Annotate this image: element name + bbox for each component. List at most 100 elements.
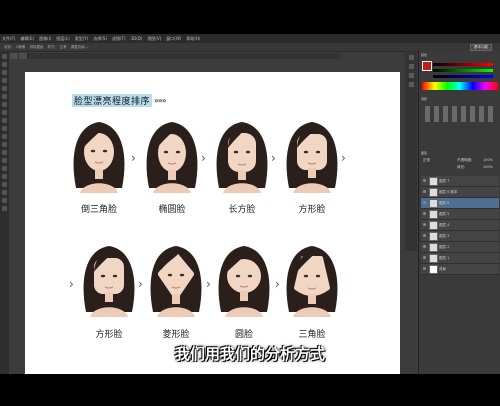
- blur-tool-icon[interactable]: [2, 150, 7, 155]
- menu-file[interactable]: 文件(F): [2, 36, 15, 42]
- stamp-tool-icon[interactable]: [2, 118, 7, 123]
- healing-tool-icon[interactable]: [2, 102, 7, 107]
- red-slider[interactable]: [433, 63, 493, 66]
- menu-view[interactable]: 视图(V): [147, 36, 161, 42]
- face-illustration-diamond: [147, 242, 205, 317]
- menu-window[interactable]: 窗口(W): [166, 36, 181, 42]
- eye-icon[interactable]: [423, 201, 426, 204]
- layer-row[interactable]: 图层 3: [421, 231, 499, 242]
- color-spectrum[interactable]: [422, 82, 498, 90]
- layer-thumbnail: [429, 254, 438, 263]
- layer-row-background[interactable]: 背景: [421, 264, 499, 275]
- menu-select[interactable]: 选择(S): [93, 36, 107, 42]
- layer-row[interactable]: 图层 7: [421, 176, 499, 187]
- face-illustration-square: [283, 118, 341, 193]
- hand-tool-icon[interactable]: [2, 198, 7, 203]
- layer-row[interactable]: 图层 4: [421, 220, 499, 231]
- eye-icon[interactable]: [423, 234, 426, 237]
- paragraph-icon[interactable]: [408, 82, 414, 87]
- layer-thumbnail: [429, 188, 438, 197]
- opacity-field[interactable]: 100%: [483, 158, 493, 162]
- eye-icon[interactable]: [423, 179, 426, 182]
- marquee-tool-icon[interactable]: [2, 62, 7, 67]
- menu-bar: 文件(F) 编辑(E) 图像(I) 图层(L) 类型(Y) 选择(S) 滤镜(T…: [0, 34, 500, 43]
- layer-thumbnail: [429, 177, 438, 186]
- path-select-tool-icon[interactable]: [2, 182, 7, 187]
- workspace-switcher[interactable]: 基本功能: [470, 44, 492, 51]
- properties-icon[interactable]: [408, 64, 414, 69]
- chevron-right-icon: ›: [341, 151, 346, 165]
- brush-tool-icon[interactable]: [2, 110, 7, 115]
- tab-color[interactable]: 颜色: [421, 53, 427, 58]
- face-illustration-inverted-triangle: [70, 118, 128, 193]
- chevron-right-icon: ›: [271, 151, 276, 165]
- layer-name: 图层 3: [439, 234, 450, 238]
- eye-icon[interactable]: [423, 267, 426, 270]
- layer-thumbnail: [429, 210, 438, 219]
- eraser-tool-icon[interactable]: [2, 134, 7, 139]
- pen-tool-icon[interactable]: [2, 166, 7, 171]
- document-tab[interactable]: [10, 53, 19, 59]
- document-title: 脸型漂亮程度排序: [72, 94, 153, 107]
- menu-3d[interactable]: 3D(D): [131, 36, 143, 41]
- antialias-checkbox[interactable]: 消除锯齿: [29, 45, 43, 50]
- feather-label: 羽化:: [4, 44, 13, 49]
- menu-edit[interactable]: 编辑(E): [20, 36, 34, 42]
- move-tool-icon[interactable]: [2, 54, 7, 59]
- gradient-tool-icon[interactable]: [2, 142, 7, 147]
- quick-select-tool-icon[interactable]: [2, 78, 7, 83]
- tab-layers[interactable]: 图层: [421, 151, 427, 156]
- history-icon[interactable]: [408, 55, 414, 60]
- video-subtitle: 我们用我们的分析方式: [174, 345, 325, 363]
- green-slider[interactable]: [433, 69, 493, 72]
- blue-slider[interactable]: [433, 75, 493, 78]
- fill-field[interactable]: 100%: [483, 165, 493, 169]
- feather-field[interactable]: 0像素: [16, 45, 25, 50]
- title-arrows: »»»: [154, 96, 167, 105]
- layer-row[interactable]: 图层 1: [421, 253, 499, 264]
- menu-filter[interactable]: 滤镜(T): [112, 36, 126, 42]
- document-tab[interactable]: [19, 53, 28, 59]
- face-label: 圆脸: [234, 330, 253, 340]
- eyedropper-tool-icon[interactable]: [2, 94, 7, 99]
- history-brush-icon[interactable]: [2, 126, 7, 131]
- layer-row[interactable]: 图层 5: [421, 209, 499, 220]
- title-line: 脸型漂亮程度排序 »»»: [72, 94, 167, 107]
- menu-image[interactable]: 图像(I): [39, 36, 51, 42]
- eye-icon[interactable]: [423, 256, 426, 259]
- blend-mode-select[interactable]: 正常: [423, 158, 430, 163]
- foreground-color-swatch[interactable]: [422, 61, 432, 71]
- lasso-tool-icon[interactable]: [2, 70, 7, 75]
- menu-type[interactable]: 类型(Y): [75, 36, 89, 42]
- menu-help[interactable]: 帮助(H): [186, 36, 200, 42]
- tab-adjustments[interactable]: 调整: [421, 97, 427, 102]
- layer-name: 图层 6: [439, 201, 450, 205]
- layer-row-selected[interactable]: 图层 6: [421, 198, 499, 209]
- face-illustration-oval: [143, 118, 201, 193]
- layer-row[interactable]: 图层 6 副本: [421, 187, 499, 198]
- face-illustration-rectangle: [213, 118, 271, 193]
- zoom-tool-icon[interactable]: [2, 206, 7, 211]
- menu-layer[interactable]: 图层(L): [56, 36, 69, 42]
- refine-edge-button[interactable]: 调整边缘...: [71, 45, 88, 50]
- adjustment-icons[interactable]: [425, 106, 495, 122]
- eye-icon[interactable]: [423, 223, 426, 226]
- layer-name: 图层 4: [439, 223, 450, 227]
- panel-icon-strip: [405, 51, 417, 251]
- eye-icon[interactable]: [423, 245, 426, 248]
- face-label: 倒三角脸: [80, 205, 117, 215]
- layer-name: 图层 6 副本: [439, 190, 458, 194]
- layer-name: 图层 5: [439, 212, 450, 216]
- document-canvas[interactable]: 脸型漂亮程度排序 »»» › › › › 倒三角脸 椭圆脸 长方脸 方形脸 › …: [25, 72, 400, 374]
- style-select[interactable]: 正常: [60, 45, 67, 50]
- layer-row[interactable]: 图层 2: [421, 242, 499, 253]
- dodge-tool-icon[interactable]: [2, 158, 7, 163]
- type-tool-icon[interactable]: [2, 174, 7, 179]
- character-icon[interactable]: [408, 73, 414, 78]
- face-label: 三角脸: [298, 330, 326, 340]
- crop-tool-icon[interactable]: [2, 86, 7, 91]
- eye-icon[interactable]: [423, 212, 426, 215]
- layer-thumbnail: [429, 221, 438, 230]
- eye-icon[interactable]: [423, 190, 426, 193]
- shape-tool-icon[interactable]: [2, 190, 7, 195]
